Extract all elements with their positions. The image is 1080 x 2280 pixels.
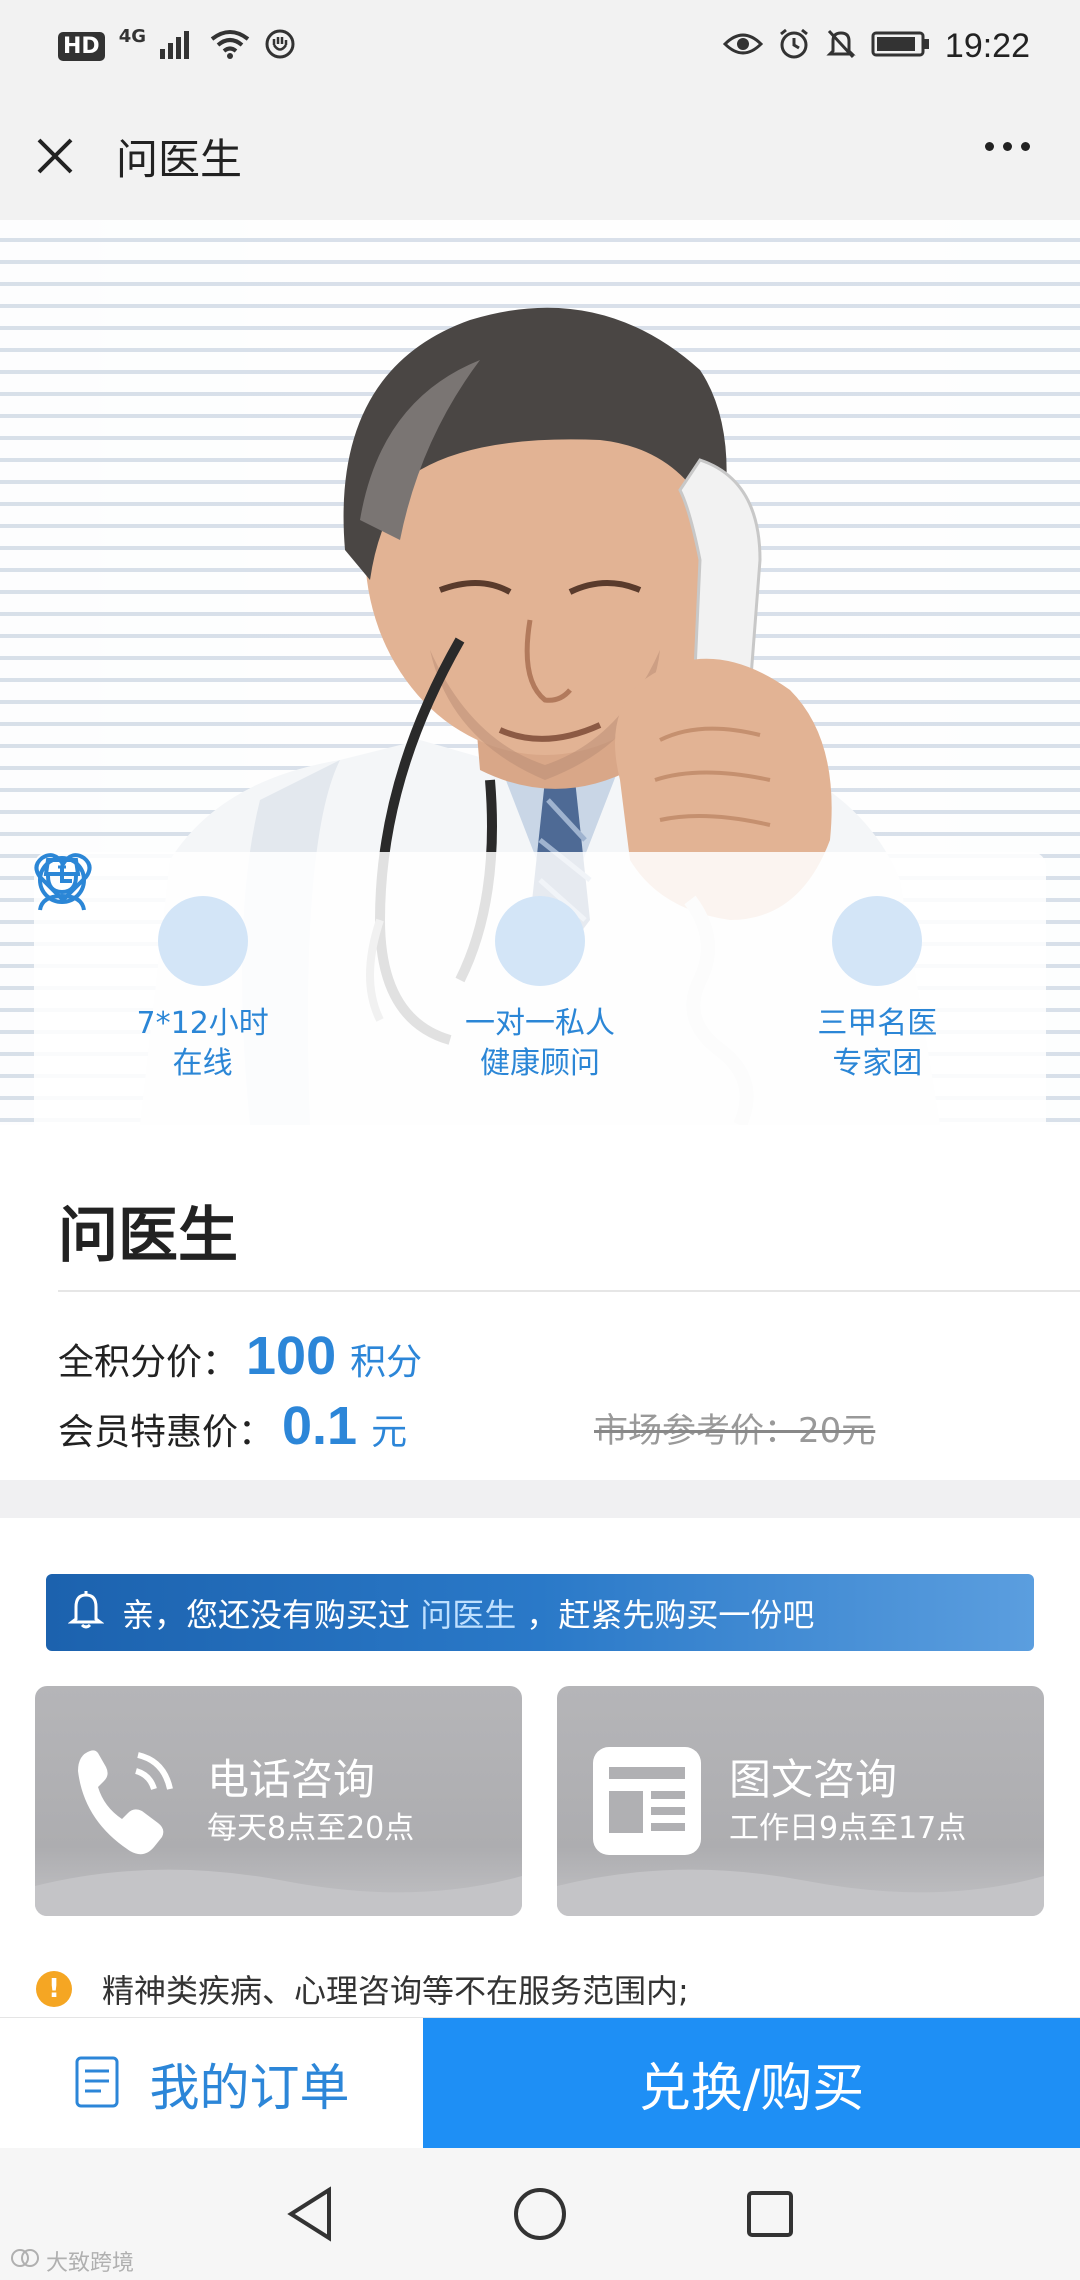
divider (58, 1290, 1080, 1292)
wifi-icon (210, 29, 250, 63)
service-disclaimer: ! 精神类疾病、心理咨询等不在服务范围内; (36, 1966, 689, 2012)
order-list-icon (74, 2055, 120, 2113)
watermark-logo-icon (10, 2247, 40, 2275)
points-price-label: 全积分价： (58, 1342, 239, 1383)
text-consult-card[interactable]: 图文咨询 工作日9点至17点 (557, 1686, 1044, 1916)
feature-experts: 三甲名医 专家团 (38, 858, 1027, 1084)
member-price-unit: 元 (371, 1412, 408, 1453)
disclaimer-text: 精神类疾病、心理咨询等不在服务范围内; (102, 1972, 689, 2010)
doctor-icon (38, 858, 923, 986)
feature-label: 在线 (172, 1046, 233, 1081)
purchase-notice: 亲，您还没有购买过 问医生 ，赶紧先购买一份吧 (46, 1574, 1034, 1651)
feature-label: 7*12小时 (136, 1006, 269, 1041)
hd-badge: HD (58, 31, 105, 61)
text-consult-title: 图文咨询 (729, 1755, 898, 1804)
alarm-icon (777, 27, 811, 65)
mute-icon (825, 27, 857, 65)
page-title: 问医生 (116, 134, 243, 184)
points-price-row: 全积分价： 100 积分 (58, 1325, 422, 1387)
feature-label: 一对一私人 (464, 1006, 615, 1041)
bell-icon (67, 1589, 105, 1637)
notice-prefix: 亲，您还没有购买过 (122, 1595, 411, 1634)
phone-consult-title: 电话咨询 (207, 1755, 376, 1804)
document-icon (587, 1741, 707, 1861)
feature-online: 7*12小时 在线 (38, 856, 353, 1084)
clock-icon (38, 856, 248, 986)
shield-icon (264, 28, 296, 64)
phone-icon (65, 1741, 185, 1861)
my-orders-button[interactable]: 我的订单 (0, 2018, 423, 2149)
network-type: 4G (118, 25, 146, 47)
points-price-unit: 积分 (350, 1342, 423, 1383)
phone-consult-hours: 每天8点至20点 (207, 1811, 415, 1846)
redeem-buy-button[interactable]: 兑换/购买 (423, 2018, 1080, 2148)
back-icon[interactable] (280, 2184, 340, 2244)
watermark-text: 大致跨境 (46, 2251, 135, 2276)
product-name: 问医生 (58, 1201, 238, 1271)
close-icon[interactable] (30, 131, 80, 181)
feature-label: 三甲名医 (817, 1006, 938, 1041)
system-nav-bar (0, 2148, 1080, 2280)
notice-suffix: ，赶紧先购买一份吧 (526, 1595, 815, 1634)
hero-banner: 7*12小时 在线 一对一私人 健康顾问 三甲名医 专家团 (0, 220, 1080, 1125)
clock-time: 19:22 (944, 26, 1030, 65)
text-consult-hours: 工作日9点至17点 (729, 1811, 967, 1846)
section-divider (0, 1480, 1080, 1518)
watermark: 大致跨境 (10, 2245, 134, 2277)
more-icon[interactable] (981, 130, 1034, 163)
feature-label: 专家团 (832, 1046, 923, 1081)
home-icon[interactable] (510, 2184, 570, 2244)
feature-card: 7*12小时 在线 一对一私人 健康顾问 三甲名医 专家团 (34, 852, 1046, 1125)
product-info: 问医生 全积分价： 100 积分 会员特惠价： 0.1 元 市场参考价：20元 (0, 1125, 1080, 1480)
member-price-label: 会员特惠价： (58, 1412, 275, 1453)
heart-icon (34, 853, 585, 986)
member-price-row: 会员特惠价： 0.1 元 (58, 1395, 407, 1457)
points-price-value: 100 (246, 1326, 337, 1386)
notice-product-link[interactable]: 问医生 (420, 1596, 516, 1634)
nav-bar: 问医生 (0, 92, 1080, 220)
signal-icon (160, 29, 196, 63)
battery-icon (871, 30, 931, 62)
my-orders-label: 我的订单 (149, 2058, 350, 2117)
action-bar: 我的订单 兑换/购买 (0, 2017, 1080, 2149)
feature-advisor: 一对一私人 健康顾问 (34, 853, 690, 1084)
feature-label: 健康顾问 (479, 1046, 600, 1081)
phone-consult-card[interactable]: 电话咨询 每天8点至20点 (35, 1686, 522, 1916)
status-bar: HD 4G 19:22 (0, 0, 1080, 92)
market-reference-price: 市场参考价：20元 (594, 1411, 876, 1451)
eye-icon (722, 30, 764, 62)
warning-icon: ! (36, 1971, 72, 2007)
member-price-value: 0.1 (282, 1396, 358, 1456)
recents-icon[interactable] (740, 2184, 800, 2244)
